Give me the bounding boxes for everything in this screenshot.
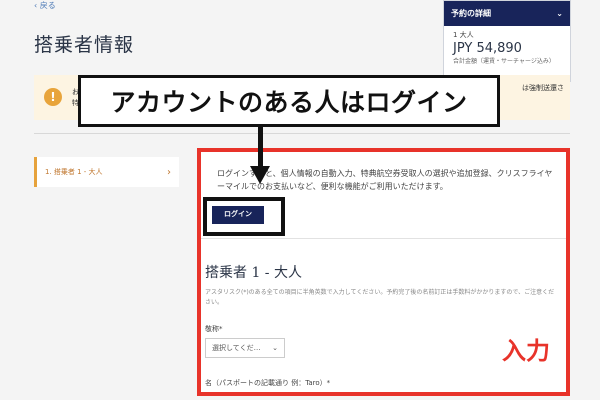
booking-summary-title: 予約の詳細 [451, 9, 491, 18]
sidebar-item-passenger-1[interactable]: 1. 搭乗者 1 - 大人 › [34, 157, 179, 187]
first-name-label: 名（パスポートの記載通り 例：Taro）* [205, 379, 331, 387]
arrow-icon [258, 127, 263, 169]
required-fields-note: アスタリスク(*)のある全ての項目に半角英数で入力してください。予約完了後の名前… [205, 289, 555, 306]
chevron-down-icon: ⌄ [556, 9, 563, 18]
divider [197, 238, 570, 239]
passenger-count: 1 大人 [453, 31, 474, 39]
chevron-right-icon: › [167, 166, 171, 178]
passenger-section-title: 搭乗者 1 - 大人 [205, 265, 302, 281]
divider [34, 133, 570, 134]
total-price: JPY 54,890 [453, 41, 522, 56]
back-link[interactable]: ‹ 戻る [34, 0, 56, 11]
input-annotation-label: 入力 [493, 330, 559, 372]
title-select-value: 選択してくだ… [212, 344, 261, 352]
chevron-down-icon: ⌄ [272, 344, 278, 352]
price-note: 合計金額（運賃・サーチャージ込み） [453, 58, 555, 65]
booking-summary-panel: 予約の詳細 ⌄ 1 大人 JPY 54,890 合計金額（運賃・サーチャージ込み… [443, 0, 571, 82]
title-field-label: 敬称* [205, 325, 223, 333]
sidebar-item-label: 1. 搭乗者 1 - 大人 [45, 168, 103, 176]
page-title: 搭乗者情報 [34, 34, 135, 56]
title-select[interactable]: 選択してくだ… ⌄ [205, 338, 285, 358]
notice-text-right: は強制送還さ [522, 84, 564, 92]
warning-icon: ! [44, 88, 62, 106]
login-callout: アカウントのある人はログイン [78, 75, 500, 127]
login-button[interactable]: ログイン [212, 206, 264, 224]
arrow-head-icon [250, 166, 270, 184]
booking-summary-toggle[interactable]: 予約の詳細 ⌄ [444, 1, 570, 26]
